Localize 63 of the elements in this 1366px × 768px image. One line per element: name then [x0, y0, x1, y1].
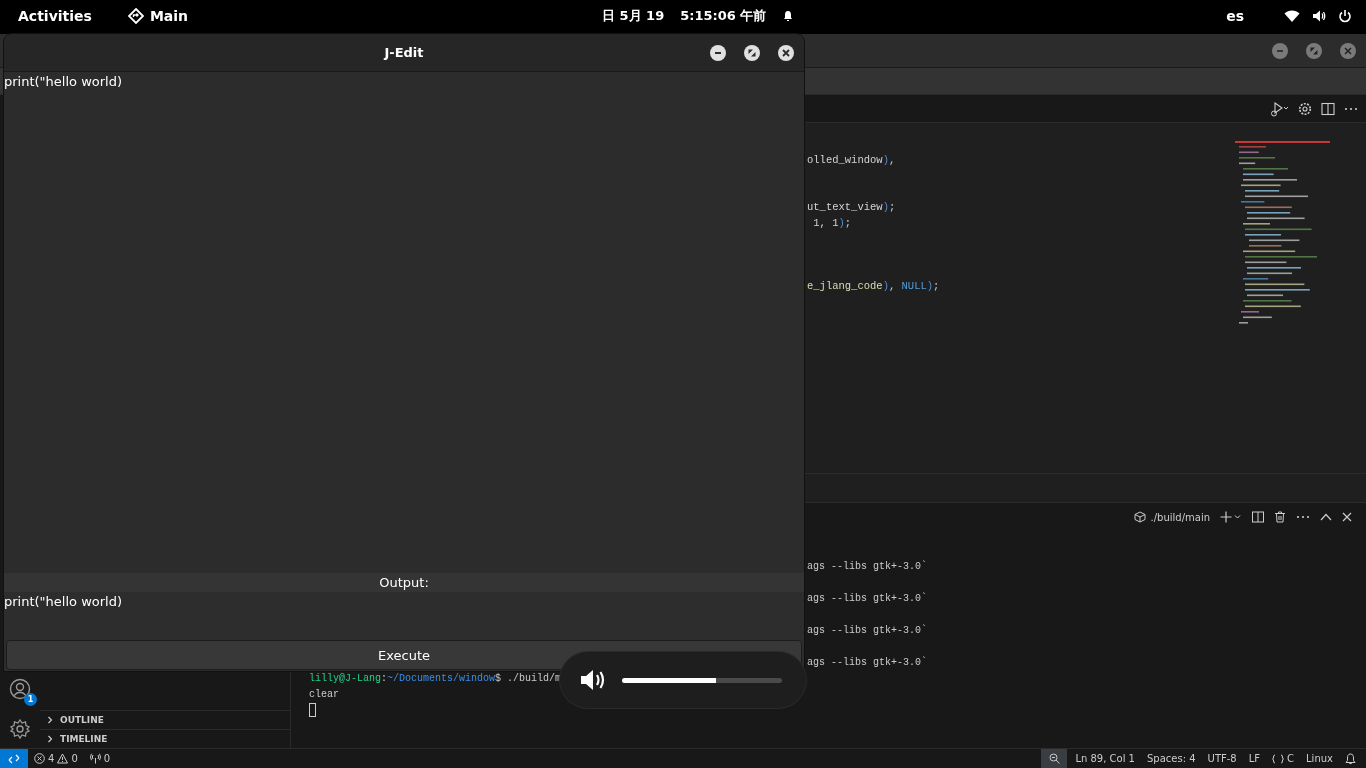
maximize-icon	[1310, 46, 1318, 55]
warning-icon	[57, 753, 69, 764]
terminal-line: ags --libs gtk+-3.0`	[807, 657, 928, 668]
terminal-line: ags --libs gtk+-3.0`	[807, 625, 928, 636]
more-icon[interactable]	[1296, 515, 1310, 519]
terminal-cursor	[309, 703, 316, 718]
close-icon[interactable]	[1342, 512, 1352, 522]
bell-icon	[782, 10, 795, 22]
terminal-line: ags --libs gtk+-3.0`	[807, 593, 928, 604]
error-icon	[34, 753, 45, 764]
language-button[interactable]: C	[1266, 753, 1301, 764]
close-icon	[782, 48, 790, 57]
chevron-up-icon[interactable]	[1320, 513, 1332, 521]
split-terminal-icon[interactable]	[1252, 511, 1264, 523]
braces-icon	[1272, 753, 1285, 764]
sidebar-section-header[interactable]: OUTLINE	[40, 710, 290, 729]
input-source-button[interactable]: es	[1226, 8, 1244, 24]
zoom-button[interactable]	[1041, 749, 1068, 768]
maximize-button[interactable]	[744, 44, 760, 61]
diamond-icon	[127, 8, 144, 24]
settings-icon[interactable]	[9, 718, 31, 740]
power-icon[interactable]	[1338, 9, 1352, 23]
maximize-icon	[748, 48, 756, 57]
status-item[interactable]: Ln 89, Col 1	[1069, 753, 1141, 764]
terminal-prompt: lilly@J-Lang:~/Documents/window$ ./build/m	[309, 673, 562, 684]
code-line: ut_text_view);	[807, 200, 897, 216]
window-title: J-Edit	[384, 45, 424, 60]
settings-icon[interactable]	[1298, 101, 1312, 116]
clock-button[interactable]: 日 5月 19 5:15:06 午前	[602, 7, 795, 25]
terminal-line: ags --libs gtk+-3.0`	[807, 561, 928, 572]
remote-button[interactable]	[0, 749, 28, 768]
remote-icon	[8, 752, 20, 765]
code-line: olled_window),	[807, 153, 897, 168]
new-terminal-icon[interactable]	[1220, 511, 1242, 523]
ports-button[interactable]: 0	[83, 753, 117, 764]
close-button[interactable]	[778, 44, 794, 61]
cube-icon	[1133, 511, 1146, 523]
terminal-tab[interactable]: ./build/main	[1133, 511, 1210, 523]
activities-button[interactable]: Activities	[18, 8, 92, 24]
status-item[interactable]: UTF-8	[1201, 753, 1243, 764]
output-text: print("hello world)	[4, 593, 123, 611]
terminal-line: clear	[309, 689, 339, 700]
problems-button[interactable]: 4 0	[28, 753, 84, 764]
status-item[interactable]: LF	[1242, 753, 1267, 764]
code-line: 1, 1);	[812, 215, 853, 231]
zoom-out-icon	[1048, 753, 1060, 764]
wifi-icon[interactable]	[1284, 9, 1300, 23]
status-item[interactable]: Linux	[1300, 753, 1339, 764]
antenna-icon	[89, 753, 101, 764]
minimize-button[interactable]	[710, 44, 726, 61]
run-debug-icon[interactable]	[1269, 100, 1289, 117]
close-icon	[1344, 46, 1352, 55]
trash-icon[interactable]	[1274, 511, 1286, 523]
volume-slider[interactable]	[622, 677, 782, 683]
app-menu[interactable]: Main	[127, 8, 189, 24]
status-item[interactable]: Spaces: 4	[1141, 753, 1202, 764]
bell-icon[interactable]	[1345, 752, 1356, 765]
volume-icon[interactable]	[1312, 9, 1326, 23]
code-line: e_jlang_code), NULL);	[807, 278, 941, 294]
output-label: Output:	[4, 573, 804, 592]
more-icon[interactable]	[1344, 106, 1358, 111]
split-editor-icon[interactable]	[1321, 101, 1335, 116]
notification-badge: 1	[24, 693, 37, 706]
